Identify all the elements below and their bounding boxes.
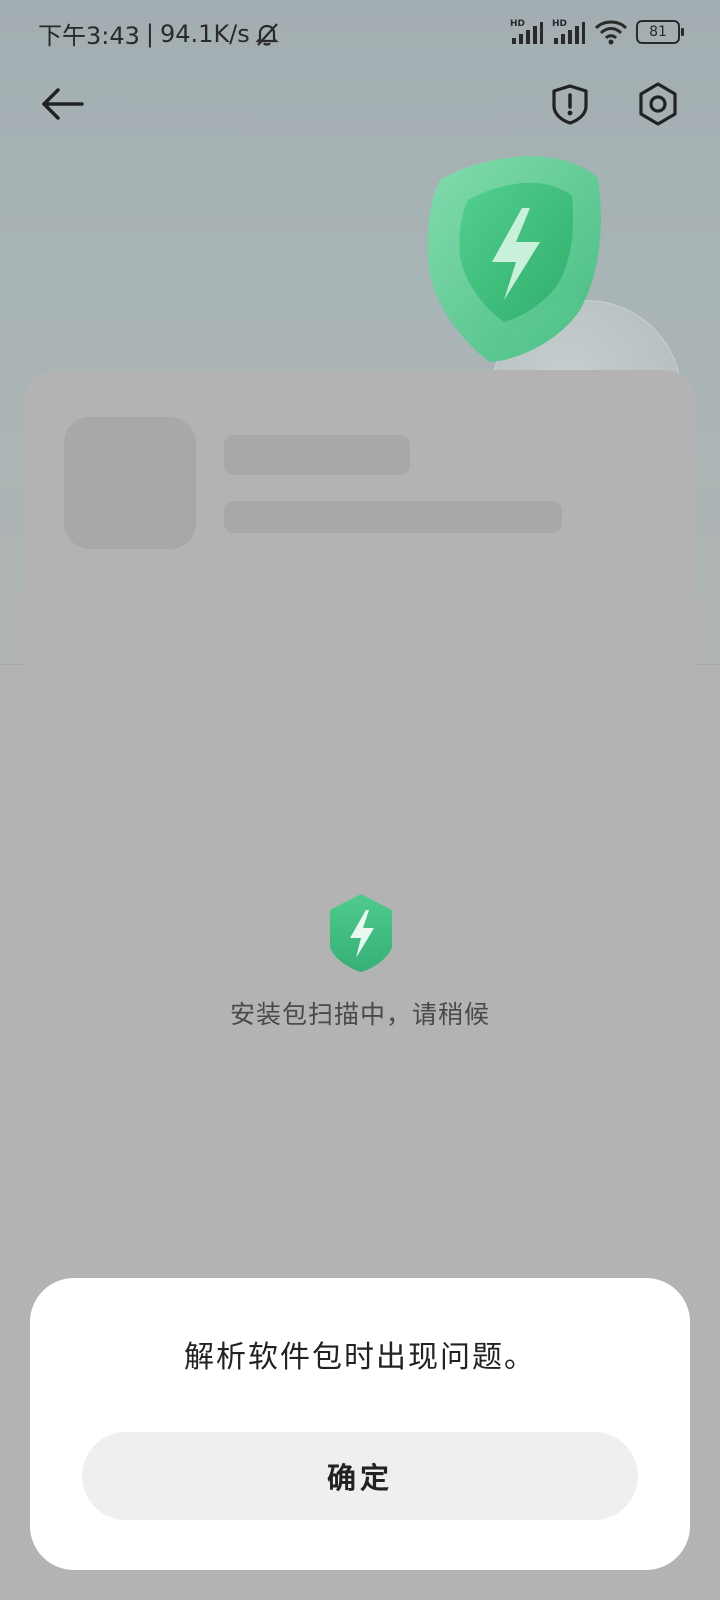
app-info-card <box>24 370 696 670</box>
scanning-status-text: 安装包扫描中，请稍候 <box>229 1000 490 1029</box>
confirm-button[interactable]: 确定 <box>82 1432 638 1520</box>
bell-off-icon <box>255 22 279 46</box>
skeleton-subtitle <box>224 501 562 533</box>
settings-button[interactable] <box>634 80 682 128</box>
signal2-hd-text: HD <box>552 19 567 29</box>
hero-shield-bolt-icon <box>427 156 601 362</box>
status-right: HD HD 81 <box>510 18 684 46</box>
status-left: 下午3:43 | 94.1K/s <box>38 16 280 51</box>
error-dialog: 解析软件包时出现问题。 确定 <box>30 1278 690 1570</box>
security-info-button[interactable] <box>548 82 592 126</box>
battery-indicator: 81 <box>636 20 684 44</box>
shield-alert-icon <box>552 84 588 125</box>
wifi-icon <box>594 20 628 45</box>
signal-hd-icon: HD <box>510 19 543 44</box>
status-net-speed: 94.1K/s <box>160 19 250 48</box>
signal-hd-icon-2: HD <box>552 19 585 44</box>
green-shield-bolt-icon <box>330 894 392 972</box>
status-time: 下午3:43 <box>38 22 140 50</box>
signal1-hd-text: HD <box>510 19 525 29</box>
status-separator: | <box>145 19 154 48</box>
status-bar: 下午3:43 | 94.1K/s HD HD 81 <box>0 0 720 64</box>
back-button[interactable] <box>38 80 88 130</box>
dialog-message: 解析软件包时出现问题。 <box>184 1340 536 1375</box>
settings-hexagon-icon <box>639 82 677 126</box>
arrow-left-icon <box>42 88 84 120</box>
skeleton-title <box>224 435 410 475</box>
skeleton-app-icon <box>64 417 196 549</box>
screen: 下午3:43 | 94.1K/s HD HD 81 安装包扫描中，请稍候 解析软… <box>0 0 720 1600</box>
